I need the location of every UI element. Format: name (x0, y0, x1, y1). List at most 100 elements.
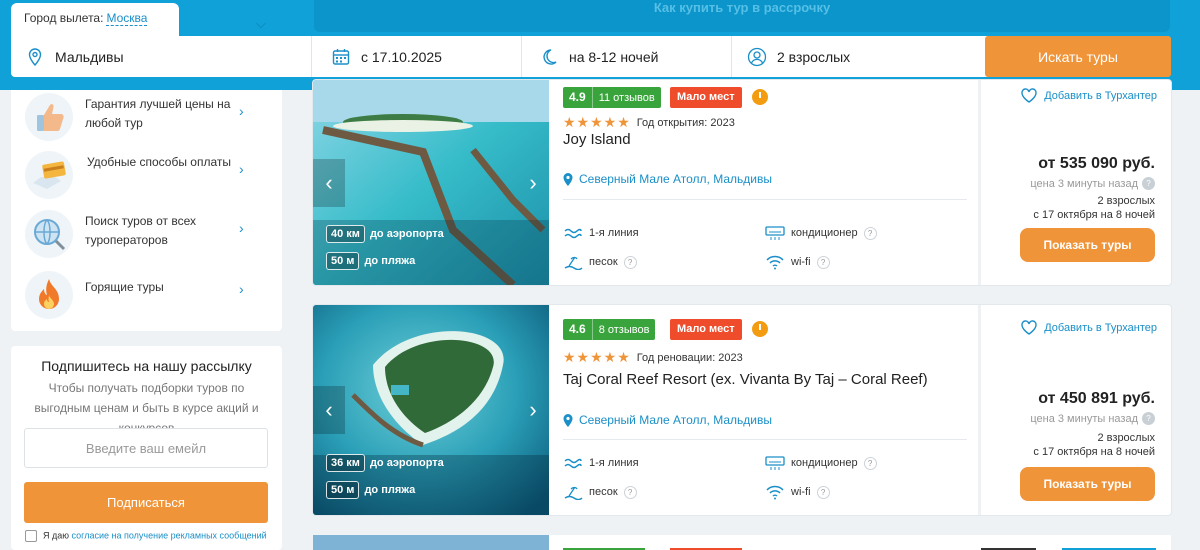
benefit-label: Поиск туров от всех туроператоров (85, 214, 197, 247)
location-text: Северный Мале Атолл, Мальдивы (579, 172, 772, 186)
amenity-ac: кондиционер? (765, 455, 877, 471)
guests-field[interactable]: 2 взрослых (747, 36, 977, 77)
add-favorite-link[interactable]: Добавить в Турхантер (1021, 88, 1157, 103)
divider (521, 36, 522, 77)
installment-link[interactable]: Как купить тур в рассрочку (314, 0, 1170, 32)
beach-m: 50 м (326, 481, 360, 499)
beach-distance: 50 м до пляжа (326, 250, 415, 272)
hotel-photo[interactable]: ‹ › 40 км до аэропорта 50 м до пляжа (313, 80, 549, 285)
help-icon[interactable]: ? (1142, 412, 1155, 425)
amenity-label: 1-я линия (589, 457, 639, 469)
departure-label: Город вылета: (24, 11, 104, 25)
amenity-sand: песок? (563, 484, 637, 500)
benefit-hot-tours[interactable]: Горящие туры › (11, 265, 282, 321)
thumbs-up-icon (25, 93, 73, 141)
rating-badge[interactable]: 4.9 11 отзывов (563, 87, 661, 108)
benefits-panel: Гарантия лучшей цены на любой тур › Удоб… (11, 90, 282, 331)
amenity-first-line: 1-я линия (563, 455, 639, 471)
chevron-right-icon: › (239, 220, 244, 236)
price-panel: Добавить в Турхантер от 450 891 руб. цен… (981, 305, 1171, 515)
hotel-card: ‹ › 40 км до аэропорта 50 м до пляжа 4.9 11… (313, 80, 1171, 285)
help-icon[interactable]: ? (623, 485, 637, 499)
benefit-label: Удобные способы оплаты (87, 155, 232, 169)
email-field[interactable] (24, 428, 268, 468)
next-photo-button[interactable]: › (517, 386, 549, 434)
beach-icon (564, 486, 583, 500)
tour-guests: 2 взрослых (1097, 432, 1156, 444)
amenity-label: песок (589, 256, 618, 268)
few-places-badge: Мало мест (670, 87, 742, 108)
date-value: с 17.10.2025 (361, 48, 442, 65)
tour-dates: с 17 октября на 8 ночей (1033, 446, 1155, 458)
search-tours-button[interactable]: Искать туры (985, 36, 1171, 77)
beach-label: до пляжа (364, 484, 416, 496)
newsletter-panel: Подпишитесь на нашу рассылку Чтобы получ… (11, 346, 282, 550)
amenity-wifi: wi-fi? (765, 484, 830, 500)
add-favorite-link[interactable]: Добавить в Турхантер (1021, 320, 1157, 335)
nights-value: на 8-12 ночей (569, 48, 659, 65)
prev-photo-button[interactable]: ‹ (313, 386, 345, 434)
rating-score: 4.6 (563, 319, 593, 340)
consent-row: Я даю согласие на получение рекламных со… (25, 530, 275, 542)
next-photo-button[interactable]: › (517, 159, 549, 207)
help-icon[interactable]: ? (623, 255, 637, 269)
airport-km: 40 км (326, 225, 365, 243)
help-icon[interactable]: ? (816, 485, 830, 499)
amenity-label: кондиционер (791, 457, 858, 469)
waves-icon (564, 228, 582, 239)
beach-m: 50 м (326, 252, 360, 270)
departure-city-selector[interactable]: Город вылета: Москва (11, 3, 179, 37)
amenity-label: 1-я линия (589, 227, 639, 239)
consent-link[interactable]: согласие на получение рекламных сообщени… (72, 530, 267, 540)
heart-icon (1021, 320, 1037, 335)
amenity-wifi: wi-fi? (765, 254, 830, 270)
hotel-location[interactable]: Северный Мале Атолл, Мальдивы (563, 413, 772, 427)
help-icon[interactable]: ? (816, 255, 830, 269)
hotel-photo[interactable]: ‹ › 36 км до аэропорта 50 м до пляжа (313, 305, 549, 515)
wifi-icon (766, 255, 784, 270)
help-icon[interactable]: ? (863, 456, 877, 470)
installment-label: Как купить тур в рассрочку (653, 0, 831, 15)
waves-icon (564, 458, 582, 469)
search-bar: Мальдивы с 17.10.2025 на 8-12 ночей 2 вз… (11, 36, 1171, 77)
airport-label: до аэропорта (369, 228, 444, 240)
benefit-search-all[interactable]: Поиск туров от всех туроператоров › (11, 204, 282, 260)
show-tours-button[interactable]: Показать туры (1020, 467, 1155, 501)
show-tours-button[interactable]: Показать туры (1020, 228, 1155, 262)
chevron-down-icon[interactable]: ⌵ (256, 16, 266, 32)
destination-field[interactable]: Мальдивы (25, 36, 315, 77)
benefit-best-price[interactable]: Гарантия лучшей цены на любой тур › (11, 87, 282, 143)
consent-checkbox[interactable] (25, 530, 37, 542)
benefit-payment[interactable]: Удобные способы оплаты › (11, 145, 282, 201)
hotel-location[interactable]: Северный Мале Атолл, Мальдивы (563, 172, 772, 186)
star-rating: ★★★★★ Год открытия: 2023 (563, 114, 735, 131)
tour-dates: с 17 октября на 8 ночей (1033, 209, 1155, 221)
amenity-label: кондиционер (791, 227, 858, 239)
hotel-name[interactable]: Joy Island (563, 131, 978, 148)
location-pin-icon (28, 47, 42, 66)
departure-city[interactable]: Москва (106, 11, 148, 26)
clock-icon (752, 89, 768, 105)
help-icon[interactable]: ? (1142, 177, 1155, 190)
hotel-name[interactable]: Taj Coral Reef Resort (ex. Vivanta By Ta… (563, 371, 978, 388)
benefit-label: Гарантия лучшей цены на любой тур (85, 97, 231, 130)
amenity-label: wi-fi (791, 486, 811, 498)
divider (563, 439, 967, 440)
star-rating: ★★★★★ Год реновации: 2023 (563, 349, 743, 366)
nights-field[interactable]: на 8-12 ночей (539, 36, 729, 77)
rating-score: 4.9 (563, 87, 593, 108)
air-conditioner-icon (765, 226, 785, 240)
date-field[interactable]: с 17.10.2025 (331, 36, 521, 77)
rating-badge[interactable]: 4.6 8 отзывов (563, 319, 656, 340)
tour-guests: 2 взрослых (1097, 195, 1156, 207)
amenity-label: wi-fi (791, 256, 811, 268)
help-icon[interactable]: ? (863, 226, 877, 240)
subscribe-button[interactable]: Подписаться (24, 482, 268, 523)
card-payment-icon (25, 151, 73, 199)
hotel-card-photo-partial (313, 535, 549, 550)
benefit-label: Горящие туры (85, 280, 164, 294)
prev-photo-button[interactable]: ‹ (313, 158, 345, 207)
airport-km: 36 км (326, 454, 365, 472)
stars-icon: ★★★★★ (563, 114, 631, 130)
price-age: цена 3 минуты назад? (1030, 412, 1155, 425)
